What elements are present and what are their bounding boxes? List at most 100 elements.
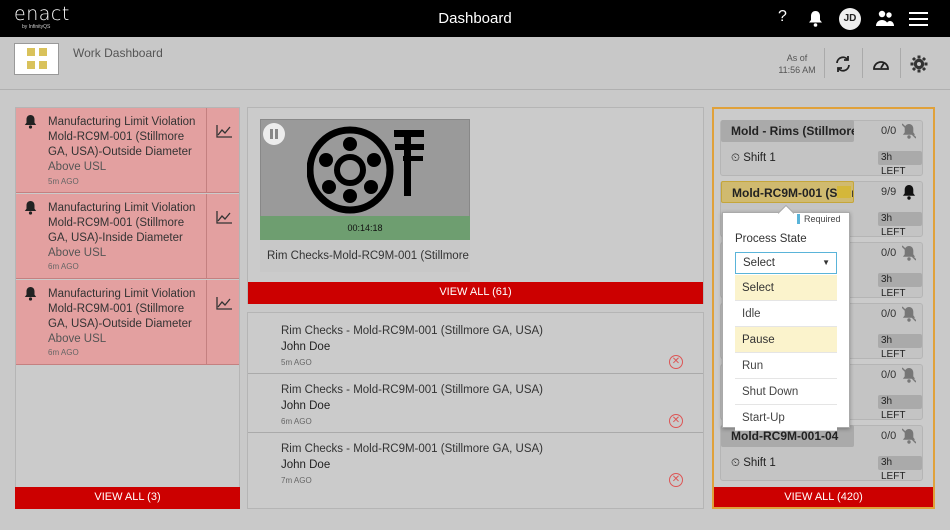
notification-detail: Mold-RC9M-001 (Stillmore GA, USA)-Outsid…: [48, 131, 192, 158]
option-select[interactable]: Select: [735, 275, 837, 301]
check-time: 5m AGO: [281, 358, 312, 367]
bell-icon: [24, 200, 37, 220]
notification-item[interactable]: Manufacturing Limit Violation Mold-RC9M-0…: [16, 108, 239, 193]
as-of-time: 11:56 AM: [778, 65, 816, 75]
as-of-label: As of: [786, 53, 808, 63]
check-user: John Doe: [281, 459, 331, 471]
view-all-checks-button[interactable]: VIEW ALL (61): [248, 282, 703, 304]
notification-time: 6m AGO: [48, 348, 79, 357]
paused-indicator: [837, 186, 851, 198]
settings-gear-icon[interactable]: [910, 55, 928, 78]
alarm-off-icon: [901, 428, 917, 449]
notifications-bell-icon[interactable]: [808, 10, 823, 32]
notification-detail: Mold-RC9M-001 (Stillmore GA, USA)-Outsid…: [48, 303, 192, 330]
chart-icon[interactable]: [206, 194, 239, 278]
bell-icon: [24, 114, 37, 134]
divider: [824, 48, 825, 78]
alarm-icon: [902, 184, 916, 205]
notification-title: Manufacturing Limit Violation: [48, 202, 196, 214]
chart-icon[interactable]: [206, 280, 239, 364]
check-user: John Doe: [281, 341, 331, 353]
notification-limit: Above USL: [48, 333, 107, 345]
notification-detail: Mold-RC9M-001 (Stillmore GA, USA)-Inside…: [48, 217, 185, 244]
divider: [900, 48, 901, 78]
mold-card[interactable]: Mold - Rims (Stillmore GA, USA) 0/0 ⏲ Sh…: [720, 120, 923, 177]
check-title: Rim Checks - Mold-RC9M-001 (Stillmore GA…: [281, 325, 543, 337]
user-avatar[interactable]: JD: [839, 8, 861, 30]
notification-limit: Above USL: [48, 247, 107, 259]
view-all-notifications-button[interactable]: VIEW ALL (3): [15, 487, 240, 509]
select-value: Select: [743, 257, 775, 269]
option-run[interactable]: Run: [735, 353, 837, 379]
view-all-processes-button[interactable]: VIEW ALL (420): [714, 487, 933, 507]
time-left-badge: 3h LEFT: [878, 395, 922, 421]
hamburger-menu-icon[interactable]: [909, 12, 928, 31]
chart-icon[interactable]: [206, 108, 239, 192]
check-title: Rim Checks - Mold-RC9M-001 (Stillmore GA…: [281, 384, 543, 396]
alarm-off-icon: [901, 367, 917, 388]
shift-label: ⏲ Shift 1: [731, 152, 776, 165]
bell-icon: [24, 286, 37, 306]
elapsed-timer: 00:14:18: [260, 216, 470, 240]
alarm-off-icon: [901, 245, 917, 266]
clock-icon: ⏲: [731, 457, 740, 469]
check-time: 7m AGO: [281, 476, 312, 485]
notification-item[interactable]: Manufacturing Limit Violation Mold-RC9M-0…: [16, 280, 239, 365]
check-item[interactable]: Rim Checks - Mold-RC9M-001 (Stillmore GA…: [248, 316, 703, 374]
pause-button[interactable]: [263, 123, 285, 145]
notification-time: 5m AGO: [48, 177, 79, 186]
work-dashboard-icon: [14, 43, 59, 75]
process-state-select[interactable]: Select ▼: [735, 252, 837, 274]
mold-name: Mold-RC9M-001 (Stillmore GA, USA): [721, 181, 854, 203]
timer-card-label: Rim Checks-Mold-RC9M-001 (Stillmore GA, …: [260, 240, 470, 272]
time-left-badge: 3h LEFT: [878, 456, 922, 482]
mold-count: 0/0: [881, 308, 897, 320]
mold-name: Mold - Rims (Stillmore GA, USA): [721, 120, 854, 142]
option-start-up[interactable]: Start-Up: [735, 405, 837, 431]
required-label: Required: [797, 214, 841, 224]
option-idle[interactable]: Idle: [735, 301, 837, 327]
option-pause[interactable]: Pause: [735, 327, 837, 353]
check-time: 6m AGO: [281, 417, 312, 426]
gauge-icon[interactable]: [872, 57, 890, 76]
dismiss-icon[interactable]: ✕: [669, 414, 683, 428]
caret-down-icon: ▼: [822, 258, 830, 267]
mold-count: 0/0: [881, 125, 897, 137]
divider: [862, 48, 863, 78]
help-icon[interactable]: ?: [778, 8, 787, 26]
mold-card[interactable]: Mold-RC9M-001-04 0/0 ⏲ Shift 1 3h LEFT: [720, 425, 923, 482]
option-shut-down[interactable]: Shut Down: [735, 379, 837, 405]
notification-title: Manufacturing Limit Violation: [48, 288, 196, 300]
dismiss-icon[interactable]: ✕: [669, 355, 683, 369]
popup-arrow: [778, 205, 794, 214]
check-item[interactable]: Rim Checks - Mold-RC9M-001 (Stillmore GA…: [248, 434, 703, 492]
check-item[interactable]: Rim Checks - Mold-RC9M-001 (Stillmore GA…: [248, 375, 703, 433]
check-title: Rim Checks - Mold-RC9M-001 (Stillmore GA…: [281, 443, 543, 455]
shift-text: Shift 1: [743, 457, 776, 469]
refresh-icon[interactable]: [834, 55, 852, 78]
alarm-off-icon: [901, 123, 917, 144]
time-left-badge: 3h LEFT: [878, 334, 922, 360]
users-icon[interactable]: [875, 10, 895, 32]
time-left-badge: 3h LEFT: [878, 151, 922, 177]
as-of-timestamp: As of 11:56 AM: [768, 52, 826, 76]
time-left-badge: 3h LEFT: [878, 212, 922, 238]
time-left-badge: 3h LEFT: [878, 273, 922, 299]
notification-item[interactable]: Manufacturing Limit Violation Mold-RC9M-0…: [16, 194, 239, 279]
mold-count: 0/0: [881, 247, 897, 259]
notification-title: Manufacturing Limit Violation: [48, 116, 196, 128]
wheel-caliper-icon: [307, 126, 424, 214]
mold-count: 0/0: [881, 430, 897, 442]
clock-icon: ⏲: [731, 152, 740, 164]
alarm-off-icon: [901, 306, 917, 327]
shift-label: ⏲ Shift 1: [731, 457, 776, 470]
shift-text: Shift 1: [743, 152, 776, 164]
dismiss-icon[interactable]: ✕: [669, 473, 683, 487]
notification-text: Manufacturing Limit Violation Mold-RC9M-0…: [48, 287, 198, 347]
notification-time: 6m AGO: [48, 262, 79, 271]
check-user: John Doe: [281, 400, 331, 412]
notification-text: Manufacturing Limit Violation Mold-RC9M-0…: [48, 115, 198, 175]
process-state-label: Process State: [735, 233, 807, 245]
mold-count: 9/9: [881, 186, 897, 198]
notification-text: Manufacturing Limit Violation Mold-RC9M-0…: [48, 201, 198, 261]
